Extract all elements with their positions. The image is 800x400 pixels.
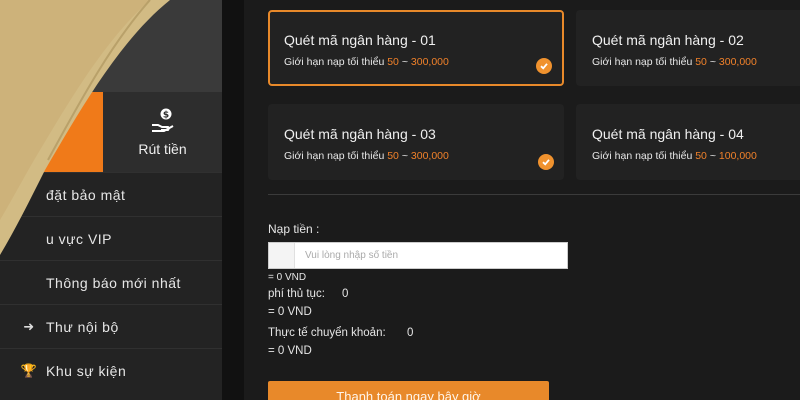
channel-title: Quét mã ngân hàng - 02: [592, 32, 744, 48]
channel-limit-min: 50: [695, 56, 707, 68]
menu-item-label: Thư nội bộ: [46, 318, 119, 335]
channel-limit-sep: ~: [709, 56, 716, 68]
actual-transfer-value: 0: [407, 327, 414, 339]
channel-limit-prefix: Giới hạn nạp tối thiểu: [284, 56, 385, 68]
channel-title: Quét mã ngân hàng - 03: [284, 126, 436, 142]
channel-limit-max: 300,000: [410, 150, 449, 162]
amount-field[interactable]: [268, 242, 568, 269]
tab-deposit[interactable]: [0, 92, 103, 172]
channel-limit-sep: ~: [709, 150, 716, 162]
menu-item-label: đặt bảo mật: [46, 186, 126, 203]
channel-limit-sep: ~: [401, 150, 408, 162]
menu-item-news[interactable]: Thông báo mới nhất: [0, 260, 222, 304]
channel-limit-min: 50: [695, 150, 707, 162]
channel-limit-max: 300,000: [718, 56, 757, 68]
channel-limit: Giới hạn nạp tối thiểu 50 ~ 300,000: [592, 56, 800, 68]
channel-limit: Giới hạn nạp tối thiểu 50 ~ 100,000: [592, 150, 800, 162]
fee-label: phí thủ tục:: [268, 288, 325, 300]
channel-card-02[interactable]: Quét mã ngân hàng - 02 Giới hạn nạp tối …: [576, 10, 800, 86]
check-icon: [538, 154, 554, 170]
amount-converted: = 0 VND: [268, 272, 307, 283]
menu-item-label: Thông báo mới nhất: [46, 274, 181, 291]
channel-limit: Giới hạn nạp tối thiểu 50 ~ 300,000: [284, 56, 562, 68]
pay-now-button[interactable]: Thanh toán ngay bây giờ: [268, 381, 549, 400]
menu-item-label: Khu sự kiện: [46, 362, 127, 379]
channel-title: Quét mã ngân hàng - 01: [284, 32, 436, 48]
channel-limit-prefix: Giới hạn nạp tối thiểu: [284, 150, 385, 162]
channel-limit-sep: ~: [401, 56, 408, 68]
check-icon: [536, 58, 552, 74]
menu-item-events[interactable]: 🏆 Khu sự kiện: [0, 348, 222, 392]
channel-limit-max: 300,000: [410, 56, 449, 68]
menu-item-label: u vực VIP: [46, 230, 113, 247]
hand-money-icon: $: [151, 108, 173, 132]
amount-input[interactable]: [295, 243, 567, 268]
channel-limit-prefix: Giới hạn nạp tối thiểu: [592, 150, 693, 162]
menu-item-vip[interactable]: u vực VIP: [0, 216, 222, 260]
arrow-right-icon: ➜: [23, 318, 35, 334]
sidebar-header: [0, 0, 222, 92]
fee-converted: = 0 VND: [268, 306, 312, 318]
channel-title: Quét mã ngân hàng - 04: [592, 126, 744, 142]
tab-withdraw[interactable]: $ Rút tiền: [103, 92, 222, 172]
sidebar-menu: đặt bảo mật u vực VIP Thông báo mới nhất…: [0, 172, 222, 392]
sidebar: $ Rút tiền đặt bảo mật u vực VIP Thông b…: [0, 0, 222, 400]
svg-text:$: $: [162, 111, 168, 121]
panel-divider: [222, 0, 244, 400]
amount-field-prefix: [269, 243, 295, 268]
actual-transfer-label: Thực tế chuyển khoản:: [268, 327, 386, 339]
section-divider: [268, 194, 800, 195]
channel-card-04[interactable]: Quét mã ngân hàng - 04 Giới hạn nạp tối …: [576, 104, 800, 180]
channel-limit-min: 50: [387, 56, 399, 68]
menu-item-inbox[interactable]: ➜ Thư nội bộ: [0, 304, 222, 348]
channel-card-03[interactable]: Quét mã ngân hàng - 03 Giới hạn nạp tối …: [268, 104, 564, 180]
sidebar-tabs: $ Rút tiền: [0, 92, 222, 172]
channel-limit: Giới hạn nạp tối thiểu 50 ~ 300,000: [284, 150, 564, 162]
menu-item-security[interactable]: đặt bảo mật: [0, 172, 222, 216]
channel-limit-max: 100,000: [718, 150, 757, 162]
tab-withdraw-label: Rút tiền: [138, 141, 187, 157]
trophy-icon: 🏆: [20, 362, 38, 378]
channel-limit-prefix: Giới hạn nạp tối thiểu: [592, 56, 693, 68]
channel-card-01[interactable]: Quét mã ngân hàng - 01 Giới hạn nạp tối …: [268, 10, 564, 86]
channel-limit-min: 50: [387, 150, 399, 162]
actual-transfer-converted: = 0 VND: [268, 345, 312, 357]
deposit-amount-label: Nạp tiền :: [268, 222, 320, 236]
fee-value: 0: [342, 288, 349, 300]
